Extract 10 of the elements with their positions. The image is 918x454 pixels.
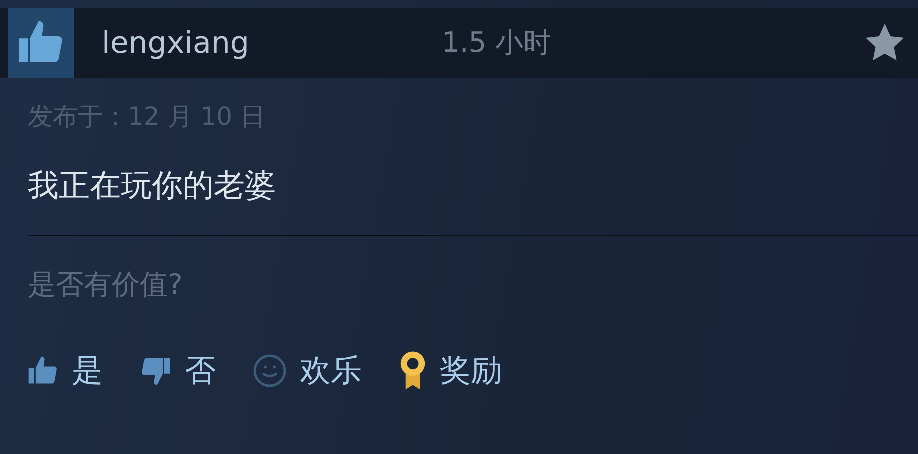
yes-button[interactable]: 是	[18, 346, 111, 396]
award-button[interactable]: 奖励	[390, 346, 510, 396]
review-text: 我正在玩你的老婆	[28, 167, 276, 206]
helpful-question: 是否有价值?	[28, 267, 183, 303]
username: lengxiang	[102, 26, 250, 60]
playtime: 1.5 小时	[442, 25, 552, 61]
award-icon	[398, 351, 428, 391]
smiley-icon	[252, 353, 288, 389]
no-button[interactable]: 否	[131, 346, 224, 396]
funny-button[interactable]: 欢乐	[244, 346, 370, 396]
